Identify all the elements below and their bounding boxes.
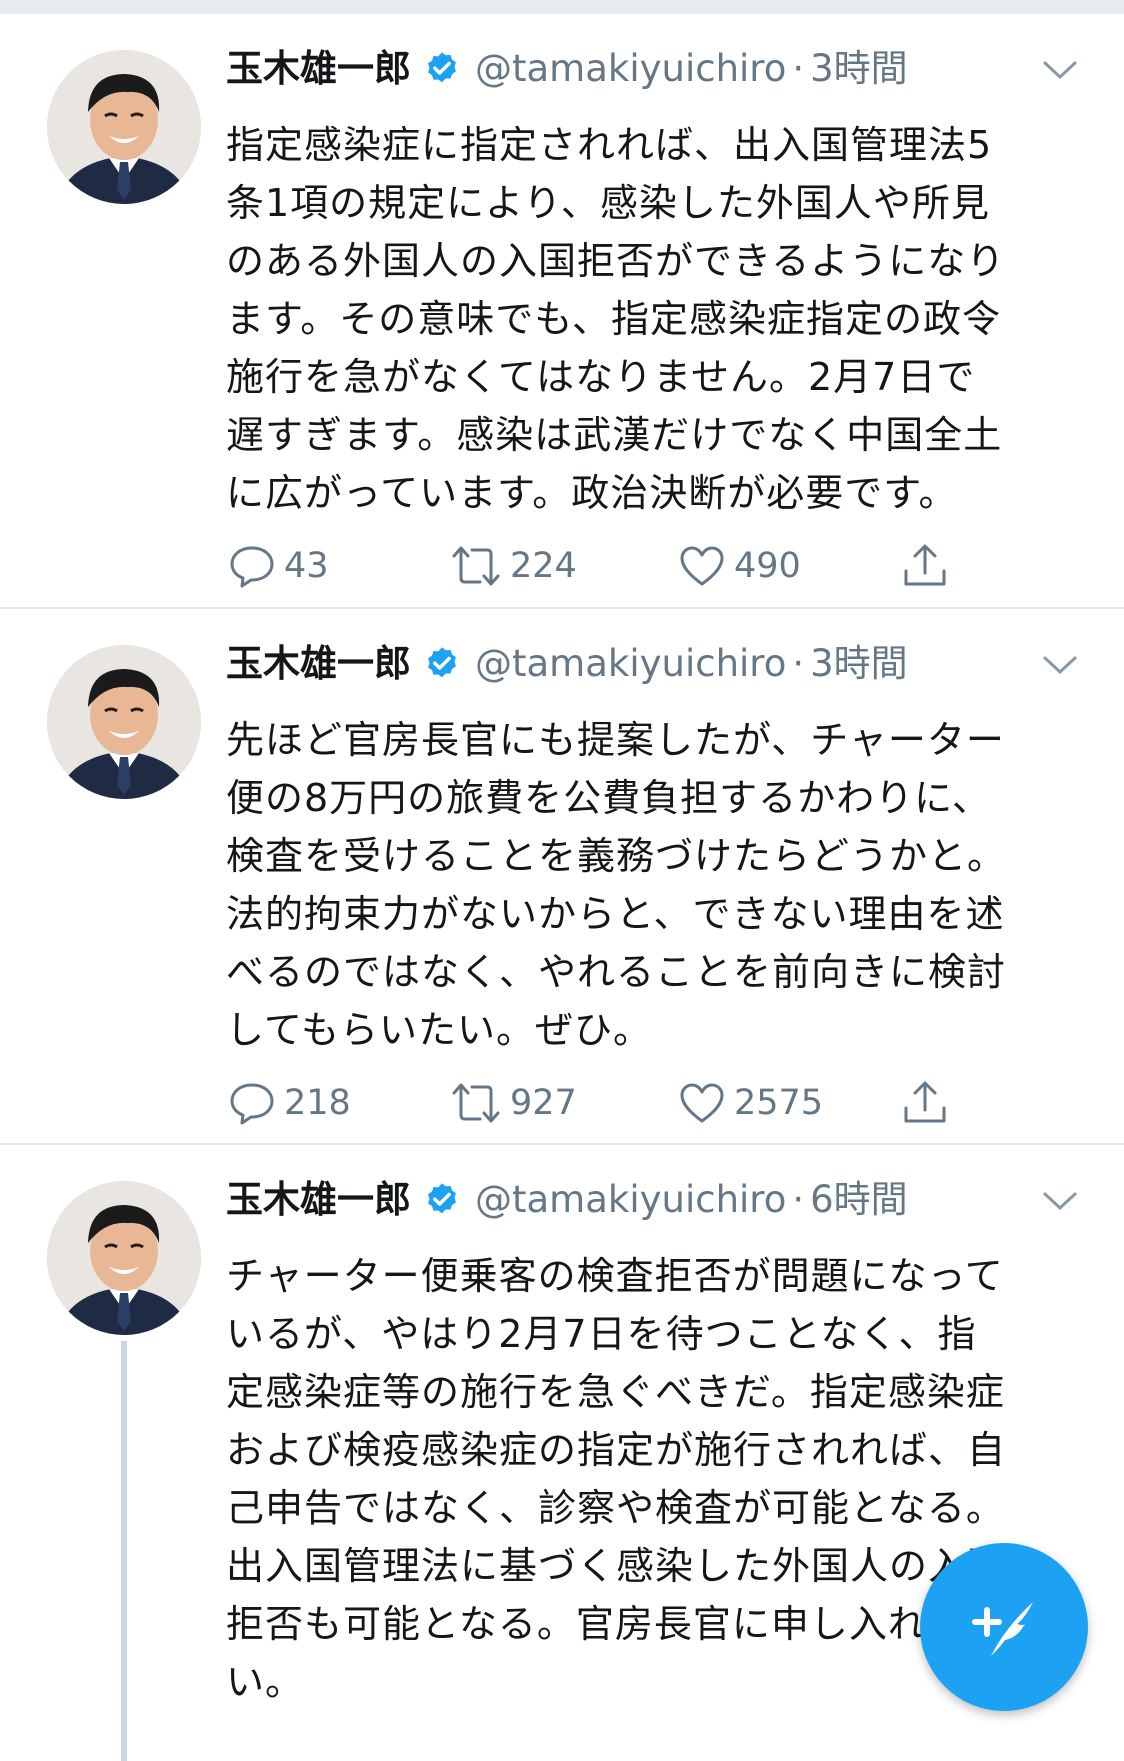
display-name[interactable]: 玉木雄一郎 [226,1175,411,1225]
thread-line [121,1341,127,1761]
tweet-text: 指定感染症に指定されれば、出入国管理法5 条1項の規定により、感染した外国人や所… [226,123,1006,515]
top-bar [0,0,1124,14]
like-count: 490 [734,546,801,586]
like-button[interactable]: 2575 [678,1079,900,1127]
like-count: 2575 [734,1083,824,1123]
avatar[interactable] [47,1181,201,1335]
share-icon [900,1078,950,1128]
reply-count: 218 [284,1083,351,1123]
compose-tweet-icon [961,1582,1047,1672]
tweet-header: 玉木雄一郎 @tamakiyuichiro · 3時間 [226,639,908,689]
separator-dot: · [792,1178,805,1221]
retweet-count: 927 [510,1083,577,1123]
reply-button[interactable]: 43 [228,542,450,590]
chevron-down-icon[interactable] [1042,653,1078,677]
verified-badge-icon [423,50,461,88]
reply-count: 43 [284,546,329,586]
verified-badge-icon [423,645,461,683]
retweet-button[interactable]: 224 [450,542,678,590]
avatar[interactable] [47,645,201,799]
tweet-actions: 218 927 2575 [228,1075,950,1131]
retweet-button[interactable]: 927 [450,1079,678,1127]
like-button[interactable]: 490 [678,542,900,590]
heart-icon [678,1079,726,1127]
timestamp[interactable]: 6時間 [810,1175,908,1225]
reply-button[interactable]: 218 [228,1079,450,1127]
reply-icon [228,542,276,590]
share-icon [900,541,950,591]
heart-icon [678,542,726,590]
timestamp[interactable]: 3時間 [810,639,908,689]
share-button[interactable] [900,1078,950,1128]
tweet[interactable]: 玉木雄一郎 @tamakiyuichiro · 3時間 指定感染症に指定されれば… [0,14,1124,609]
user-handle[interactable]: @tamakiyuichiro [475,639,786,689]
tweet-header: 玉木雄一郎 @tamakiyuichiro · 3時間 [226,44,908,94]
user-handle[interactable]: @tamakiyuichiro [475,44,786,94]
share-button[interactable] [900,541,950,591]
chevron-down-icon[interactable] [1042,1189,1078,1213]
user-handle[interactable]: @tamakiyuichiro [475,1175,786,1225]
timestamp[interactable]: 3時間 [810,44,908,94]
separator-dot: · [792,642,805,685]
retweet-icon [450,1079,502,1127]
avatar[interactable] [47,50,201,204]
chevron-down-icon[interactable] [1042,58,1078,82]
tweet-header: 玉木雄一郎 @tamakiyuichiro · 6時間 [226,1175,908,1225]
display-name[interactable]: 玉木雄一郎 [226,44,411,94]
compose-tweet-button[interactable] [920,1543,1088,1711]
reply-icon [228,1079,276,1127]
retweet-icon [450,542,502,590]
tweet[interactable]: 玉木雄一郎 @tamakiyuichiro · 3時間 先ほど官房長官にも提案し… [0,609,1124,1145]
timeline: 玉木雄一郎 @tamakiyuichiro · 3時間 指定感染症に指定されれば… [0,14,1124,1761]
display-name[interactable]: 玉木雄一郎 [226,639,411,689]
tweet-actions: 43 224 490 [228,538,950,594]
verified-badge-icon [423,1181,461,1219]
separator-dot: · [792,47,805,90]
retweet-count: 224 [510,546,577,586]
tweet-text: 先ほど官房長官にも提案したが、チャーター 便の8万円の旅費を公費負担するかわりに… [226,718,1007,1052]
